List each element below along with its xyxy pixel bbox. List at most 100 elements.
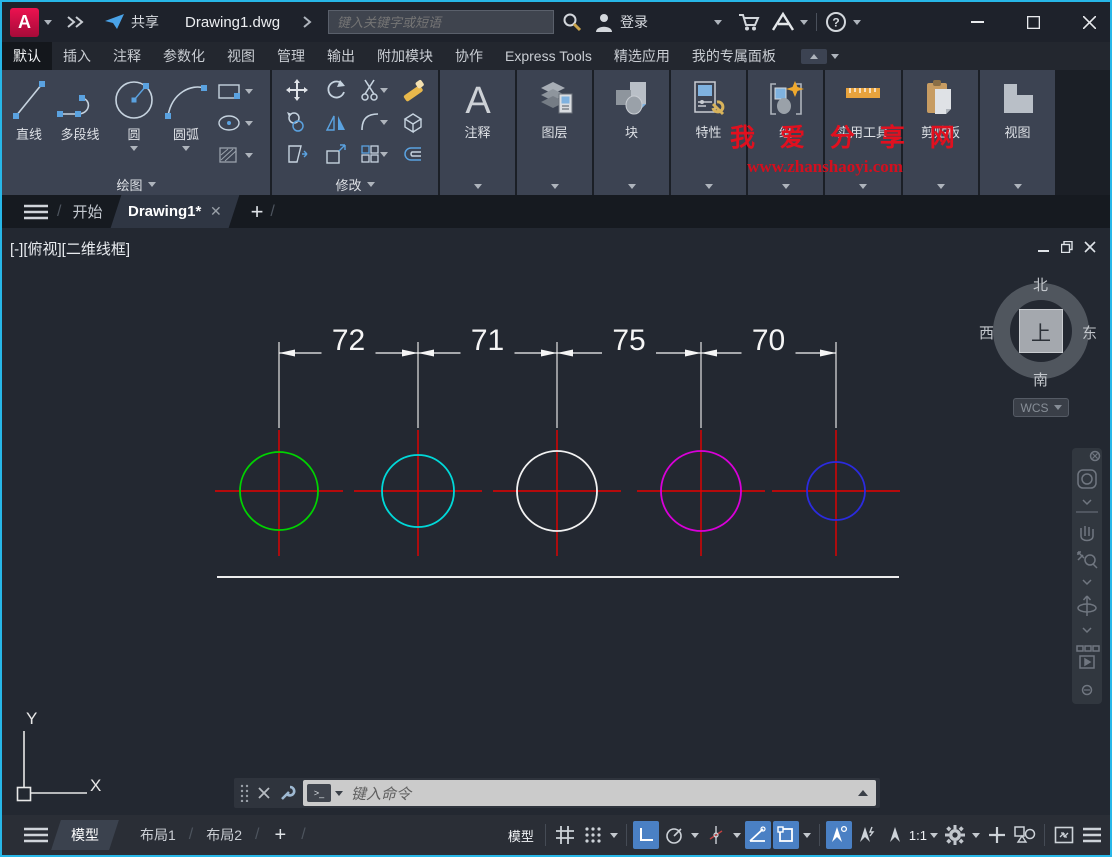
hatch-dropdown-icon[interactable] [245,153,253,158]
trim-dropdown-icon[interactable] [380,88,388,93]
view-panel[interactable]: 视图 [980,70,1055,195]
drawing-tab[interactable]: Drawing1* ✕ [111,195,240,228]
share-button[interactable]: 共享 [131,12,159,32]
groups-panel[interactable]: 组 [748,70,823,195]
command-input[interactable]: >_ 键入命令 [303,780,876,806]
sign-in-arrow-icon[interactable] [714,20,722,25]
annotation-visibility-toggle[interactable] [826,821,852,849]
ortho-toggle[interactable] [633,821,659,849]
command-customize-wrench-icon[interactable] [279,784,297,802]
user-icon[interactable] [594,12,614,32]
properties-panel-expand-icon[interactable] [705,184,713,189]
new-drawing-tab-button[interactable]: + [251,199,264,225]
viewport-restore-icon[interactable] [1061,241,1073,253]
dimension-value[interactable]: 71 [471,324,504,357]
ellipse-button[interactable] [216,110,253,136]
layers-panel-expand-icon[interactable] [551,184,559,189]
ribbon-minimize-button[interactable] [801,42,839,70]
file-tab-menu-icon[interactable] [22,203,50,221]
new-layout-button[interactable]: + [275,824,287,847]
block-panel[interactable]: 块 [594,70,669,195]
ribbon-tab-1[interactable]: 插入 [52,42,102,70]
properties-panel[interactable]: 特性 [671,70,746,195]
polyline-button[interactable]: 多段线 [54,70,106,174]
dimension-value[interactable]: 72 [332,324,365,357]
rectangle-button[interactable] [216,78,253,104]
modify-panel-expand-icon[interactable] [367,182,375,187]
ribbon-minimize-dropdown-icon[interactable] [831,54,839,59]
command-expand-icon[interactable] [858,790,868,796]
snap-toggle[interactable] [580,821,606,849]
array-dropdown-icon[interactable] [380,152,388,157]
model-space-button[interactable]: 模型 [508,826,534,845]
viewport-close-icon[interactable] [1084,241,1096,253]
dimension-value[interactable]: 70 [752,324,785,357]
drawing-canvas[interactable]: [-][俯视][二维线框] 72717570YX 上 北 南 西 东 WCS [2,228,1110,815]
stretch-icon[interactable] [285,142,309,166]
arc-button[interactable]: 圆弧 [162,70,210,174]
draw-panel-title[interactable]: 绘图 [2,174,270,195]
ribbon-tab-11[interactable]: 我的专属面板 [681,42,787,70]
viewport-minimize-icon[interactable] [1038,241,1050,253]
fillet-dropdown-icon[interactable] [380,120,388,125]
workspace-dropdown-icon[interactable] [972,833,980,838]
groups-panel-expand-icon[interactable] [782,184,790,189]
arc-dropdown-icon[interactable] [182,146,190,151]
quick-access-expand-icon[interactable] [66,15,88,29]
polar-dropdown-icon[interactable] [691,833,699,838]
annotate-panel-expand-icon[interactable] [474,184,482,189]
move-icon[interactable] [285,78,309,102]
scale-icon[interactable] [324,142,348,166]
ribbon-tab-9[interactable]: Express Tools [494,42,603,70]
draw-panel-expand-icon[interactable] [148,182,156,187]
navigation-bar[interactable] [1072,448,1102,704]
ribbon-tab-0[interactable]: 默认 [2,42,52,70]
drawing-tab-close-icon[interactable]: ✕ [211,203,223,220]
annotation-scale-button[interactable] [882,821,908,849]
app-store-cart-icon[interactable] [738,12,760,32]
circle-button[interactable]: 圆 [112,70,156,174]
layout-tab-1[interactable]: 布局1 [140,825,176,845]
autodesk-logo-icon[interactable] [770,11,796,33]
viewport-controls-label[interactable]: [-][俯视][二维线框] [10,238,130,259]
circle-dropdown-icon[interactable] [130,146,138,151]
offset-icon[interactable] [401,142,425,166]
ribbon-tab-2[interactable]: 注释 [102,42,152,70]
wcs-dropdown[interactable]: WCS [1013,398,1069,417]
ribbon-tab-6[interactable]: 输出 [316,42,366,70]
clipboard-panel[interactable]: 剪贴板 [903,70,978,195]
start-tab[interactable]: 开始 [72,201,102,222]
minimize-button[interactable] [962,9,992,35]
isodraft-dropdown-icon[interactable] [733,833,741,838]
sign-in-button[interactable]: 登录 [620,12,648,32]
rectangle-dropdown-icon[interactable] [245,89,253,94]
object-snap-toggle[interactable] [773,821,799,849]
annotate-panel[interactable]: A 注释 [440,70,515,195]
help-icon[interactable]: ? [825,11,847,33]
line-button[interactable]: 直线 [10,70,48,174]
command-history-icon[interactable]: >_ [307,784,331,802]
status-bar-menu-button[interactable] [1079,821,1105,849]
clean-screen-button[interactable] [1051,821,1077,849]
annotation-scale-dropdown-icon[interactable] [930,833,938,838]
isolate-objects-button[interactable] [1012,821,1038,849]
viewcube-east-label[interactable]: 东 [1082,322,1097,343]
command-recent-arrow-icon[interactable] [335,791,343,796]
rotate-icon[interactable] [324,78,348,102]
help-menu-arrow-icon[interactable] [853,20,861,25]
command-bar-close-icon[interactable] [258,787,270,799]
copy-icon[interactable] [285,110,309,134]
trim-button[interactable] [360,78,388,102]
annotation-autoscale-toggle[interactable] [854,821,880,849]
snap-dropdown-icon[interactable] [610,833,618,838]
clipboard-panel-expand-icon[interactable] [937,184,945,189]
dimension-value[interactable]: 75 [612,324,645,357]
search-scope-arrow-icon[interactable] [302,16,312,28]
grid-toggle[interactable] [552,821,578,849]
utilities-panel-expand-icon[interactable] [859,184,867,189]
close-button[interactable] [1074,9,1104,35]
workspace-switching-button[interactable] [942,821,968,849]
isodraft-toggle[interactable] [703,821,729,849]
hatch-button[interactable] [216,142,253,168]
ribbon-tab-5[interactable]: 管理 [266,42,316,70]
